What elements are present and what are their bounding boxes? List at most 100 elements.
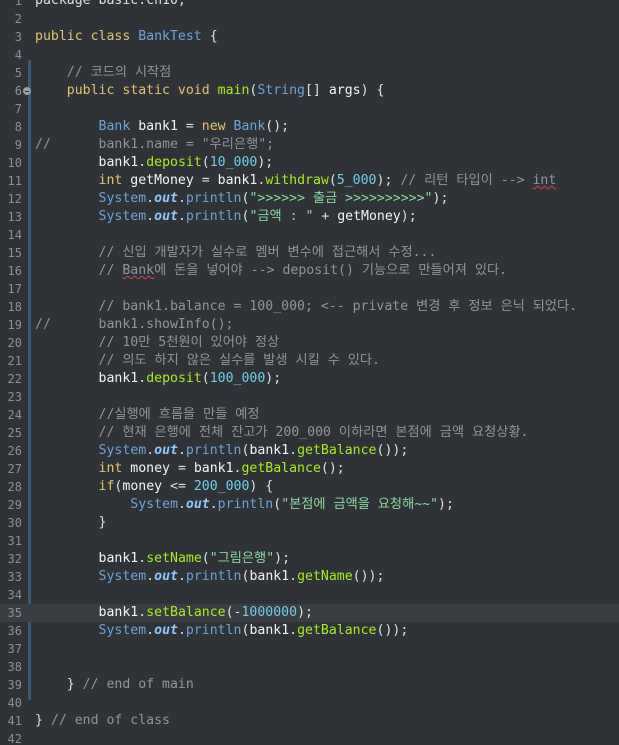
code-line[interactable]: 19 // bank1.showInfo(); [0,316,619,334]
code-text: bank1.setName("그림은행"); [35,550,291,568]
code-token: println [185,569,242,584]
code-token: = [170,461,194,476]
code-line[interactable]: 42 [0,730,619,745]
code-line[interactable]: 10 bank1.deposit(10_000); [0,154,619,172]
code-token: 100_000 [209,371,266,386]
code-line[interactable]: 30 } [0,514,619,532]
code-token: . [289,569,298,584]
code-token: "그림은행" [209,551,275,566]
code-line[interactable]: 28 if(money <= 200_000) { [0,478,619,496]
code-line[interactable]: 35 bank1.setBalance(-1000000); [0,604,619,622]
code-line[interactable]: 13 System.out.println("금액 : " + getMoney… [0,208,619,226]
code-line[interactable]: 33 System.out.println(bank1.getName()); [0,568,619,586]
code-token: out [154,191,178,206]
code-text: bank1.deposit(10_000); [35,154,274,172]
code-token: 10_000 [209,155,258,170]
code-line[interactable]: 24 //실행에 흐름을 만들 예정 [0,406,619,424]
code-line[interactable]: 3 public class BankTest { [0,28,619,46]
code-line[interactable]: 36 System.out.println(bank1.getBalance()… [0,622,619,640]
code-line[interactable]: 39 } // end of main [0,676,619,694]
code-line[interactable]: 18 // bank1.balance = 100_000; <-- priva… [0,298,619,316]
code-token: (); [265,119,290,134]
code-line[interactable]: 29 System.out.println("본점에 금액을 요청해~~"); [0,496,619,514]
code-text: System.out.println(bank1.getBalance()); [35,442,409,460]
code-text: System.out.println(bank1.getBalance()); [35,622,409,640]
code-token: ()); [376,623,409,638]
line-number: 31 [7,534,22,548]
code-line[interactable]: 12 System.out.println(">>>>>> 출금 >>>>>>>… [0,190,619,208]
code-line[interactable]: 9 // bank1.name = "우리은행"; [0,136,619,154]
fold-collapse-icon[interactable] [23,87,31,95]
code-token: System [130,497,178,512]
code-token: ); [265,371,282,386]
code-token: getBalance [241,461,321,476]
code-token: ( [273,497,282,512]
code-token: args [328,83,361,98]
code-line[interactable]: 1 package basic.ch10; [0,0,619,10]
code-line[interactable]: 22 bank1.deposit(100_000); [0,370,619,388]
code-line[interactable]: 38 [0,658,619,676]
code-token: deposit [146,371,202,386]
code-token: . [146,191,155,206]
code-token: money [130,461,170,476]
code-token: ); [376,173,401,188]
code-token: "금액 : " [249,209,314,224]
code-token: ( [201,155,210,170]
line-number: 2 [14,12,22,26]
line-number: 9 [14,138,22,152]
code-line[interactable]: 16 // Bank에 돈을 넣어야 --> deposit() 기능으로 만들… [0,262,619,280]
code-token: out [154,623,178,638]
code-token: ); [438,497,454,512]
code-line[interactable]: 7 [0,100,619,118]
code-editor[interactable]: 1 package basic.ch10; 2 3 public class BankT… [0,0,619,745]
line-number: 36 [7,624,22,638]
code-line[interactable]: 41} // end of class [0,712,619,730]
code-line[interactable]: 14 [0,226,619,244]
code-line[interactable]: 21 // 의도 하지 않은 실수를 발생 시킬 수 있다. [0,352,619,370]
code-text: // 의도 하지 않은 실수를 발생 시킬 수 있다. [35,352,380,370]
code-text: public static void main(String[] args) { [35,82,385,100]
code-line[interactable]: 20 // 10만 5천원이 있어야 정상 [0,334,619,352]
code-token: println [217,497,274,512]
line-number: 21 [7,354,22,368]
code-line[interactable]: 25 // 현재 은행에 전체 잔고가 200_000 이하라면 본점에 금액 … [0,424,619,442]
code-token: // 리턴 타입이 --> [400,173,533,188]
code-line[interactable]: 5 // 코드의 시작점 [0,64,619,82]
code-line[interactable]: 26 System.out.println(bank1.getBalance()… [0,442,619,460]
line-number: 10 [7,156,22,170]
code-line[interactable]: 23 [0,388,619,406]
code-token: . [146,443,155,458]
code-line[interactable]: 8 Bank bank1 = new Bank(); [0,118,619,136]
code-token: int [98,461,131,476]
code-line[interactable]: 27 int money = bank1.getBalance(); [0,460,619,478]
line-number: 33 [7,570,22,584]
code-text: bank1.setBalance(-1000000); [35,604,313,622]
code-line[interactable]: 31 [0,532,619,550]
code-text: } // end of main [35,676,194,694]
code-line[interactable]: 37 [0,640,619,658]
code-token: . [177,623,186,638]
code-line[interactable]: 34 [0,586,619,604]
code-line[interactable]: 17 [0,280,619,298]
code-token: // bank1.name = "우리은행"; [35,137,275,152]
line-number: 4 [14,48,22,62]
code-line[interactable]: 32 bank1.setName("그림은행"); [0,550,619,568]
code-line[interactable]: 40 [0,694,619,712]
code-token: ( [328,173,337,188]
code-line[interactable]: 6 public static void main(String[] args)… [0,82,619,100]
line-number: 12 [7,192,22,206]
code-token: { [201,29,218,44]
code-line[interactable]: 15 // 신입 개발자가 실수로 멤버 변수에 접근해서 수정... [0,244,619,262]
code-token: public [66,83,123,98]
line-number: 41 [7,714,22,728]
code-token: main [217,83,250,98]
code-token: . [146,623,155,638]
code-line[interactable]: 11 int getMoney = bank1.withdraw(5_000);… [0,172,619,190]
code-line[interactable]: 2 [0,10,619,28]
code-line[interactable]: 4 [0,46,619,64]
code-token: ); [400,209,417,224]
code-text: Bank bank1 = new Bank(); [35,118,290,136]
